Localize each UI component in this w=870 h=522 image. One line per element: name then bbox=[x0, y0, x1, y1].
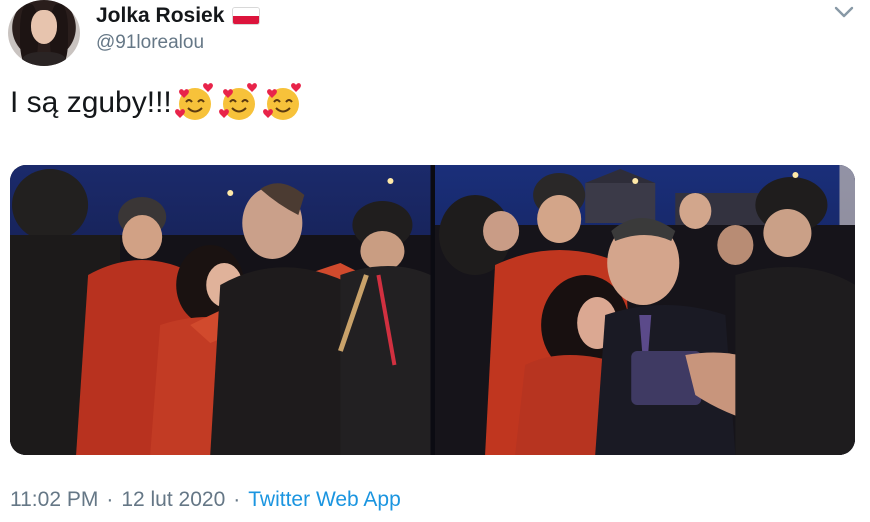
tweet-media bbox=[10, 165, 855, 455]
author-row: Jolka Rosiek bbox=[96, 4, 261, 28]
author-name[interactable]: Jolka Rosiek bbox=[96, 4, 224, 28]
media-photo-right[interactable] bbox=[434, 165, 855, 455]
photo-right-image bbox=[434, 165, 855, 455]
tweet-date[interactable]: 12 lut 2020 bbox=[121, 488, 225, 512]
tweet-source-link[interactable]: Twitter Web App bbox=[248, 488, 401, 512]
tweet-text-content: I są zguby!!! bbox=[10, 86, 172, 119]
avatar[interactable] bbox=[8, 0, 80, 66]
tweet-meta: 11:02 PM · 12 lut 2020 · Twitter Web App bbox=[10, 488, 401, 512]
smiling-face-with-hearts-icon bbox=[262, 83, 301, 120]
chevron-down-icon[interactable] bbox=[832, 2, 856, 22]
avatar-shirt bbox=[22, 52, 66, 66]
author-handle[interactable]: @91lorealou bbox=[96, 32, 204, 54]
tweet-text: I są zguby!!! bbox=[10, 82, 304, 124]
tweet-time[interactable]: 11:02 PM bbox=[10, 488, 98, 512]
emoji-group bbox=[174, 82, 304, 124]
poland-flag-icon bbox=[232, 7, 261, 25]
smiling-face-with-hearts-icon bbox=[218, 83, 257, 120]
meta-separator: · bbox=[233, 488, 241, 511]
smiling-face-with-hearts-icon bbox=[174, 83, 213, 120]
photo-left-image bbox=[10, 165, 431, 455]
avatar-face bbox=[31, 10, 57, 44]
media-photo-left[interactable] bbox=[10, 165, 431, 455]
meta-separator: · bbox=[106, 488, 114, 511]
